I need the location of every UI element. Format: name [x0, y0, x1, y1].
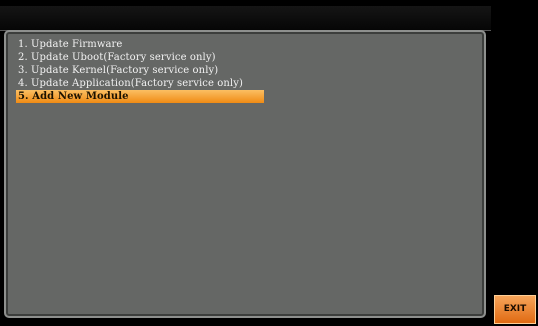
title-bar	[0, 6, 491, 31]
menu-item-add-new-module[interactable]: 5. Add New Module	[16, 90, 264, 103]
menu-item-update-firmware[interactable]: 1. Update Firmware	[16, 38, 264, 51]
softkey-rail	[491, 6, 538, 326]
exit-button[interactable]: EXIT	[494, 295, 536, 324]
menu-item-update-kernel[interactable]: 3. Update Kernel(Factory service only)	[16, 64, 264, 77]
update-menu-panel: 1. Update Firmware 2. Update Uboot(Facto…	[4, 30, 486, 318]
device-screen: 1. Update Firmware 2. Update Uboot(Facto…	[0, 0, 538, 326]
update-menu-list: 1. Update Firmware 2. Update Uboot(Facto…	[16, 38, 264, 103]
menu-item-update-application[interactable]: 4. Update Application(Factory service on…	[16, 77, 264, 90]
menu-item-update-uboot[interactable]: 2. Update Uboot(Factory service only)	[16, 51, 264, 64]
